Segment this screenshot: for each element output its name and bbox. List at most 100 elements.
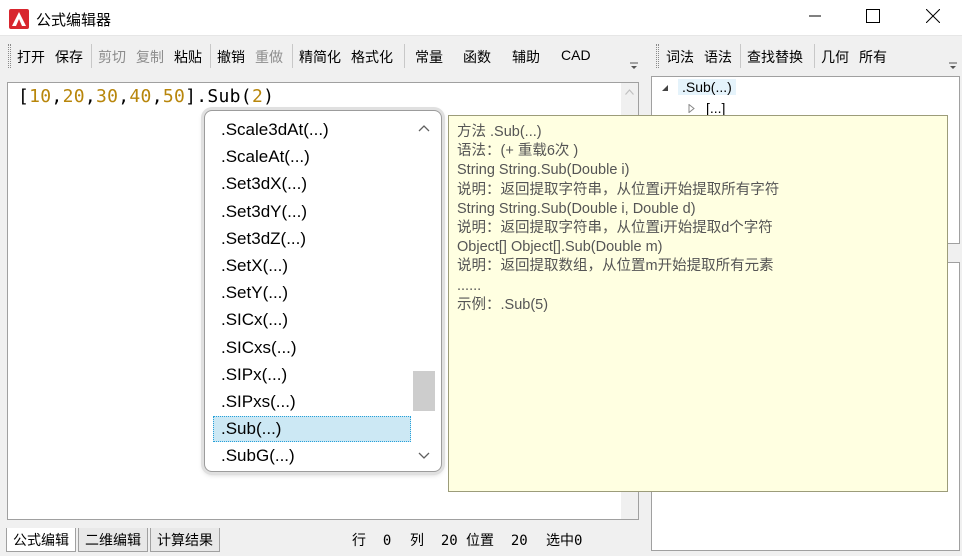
toolbar-overflow-icon[interactable] [949, 62, 957, 70]
status-sel: 选中0 [546, 530, 582, 550]
autocomplete-item[interactable]: .SetY(...) [213, 280, 411, 306]
close-icon [926, 9, 940, 23]
pos-label: 位置 [466, 532, 494, 548]
window-title: 公式编辑器 [36, 12, 112, 29]
paste-button[interactable]: 粘贴 [174, 47, 202, 67]
simplify-button[interactable]: 精简化 [299, 47, 341, 67]
bottom-tab[interactable]: 公式编辑 [6, 528, 76, 552]
find-replace-button[interactable]: 查找替换 [747, 47, 803, 67]
code-token: 50 [162, 86, 186, 107]
tree-node-root[interactable]: .Sub(...) [678, 79, 736, 95]
maximize-button[interactable] [848, 0, 898, 32]
code-token: ] [185, 86, 197, 107]
toolbar-overflow-icon[interactable] [630, 62, 638, 70]
autocomplete-item[interactable]: .Set3dZ(...) [213, 226, 411, 252]
autocomplete-item[interactable]: .Set3dY(...) [213, 199, 411, 225]
autocomplete-list[interactable]: .Scale3dAt(...) .ScaleAt(...) .Set3dX(...)… [211, 117, 411, 467]
minimize-icon [809, 15, 821, 17]
status-col: 列 20 [410, 530, 458, 550]
collapsed-triangle-icon[interactable] [688, 104, 695, 113]
cad-menu[interactable]: CAD [561, 47, 591, 63]
code-token: 30 [95, 86, 119, 107]
bottom-tab[interactable]: 计算结果 [150, 528, 220, 552]
undo-button[interactable]: 撤销 [217, 47, 245, 67]
toolbar-separator [404, 44, 405, 68]
expanded-triangle-icon[interactable] [661, 84, 669, 92]
save-button[interactable]: 保存 [55, 47, 83, 67]
tooltip-line: 方法 .Sub(...) [457, 124, 542, 140]
copy-button[interactable]: 复制 [136, 47, 164, 67]
code-token: , [151, 86, 163, 107]
code-token: [ [18, 86, 30, 107]
code-token: 10 [29, 86, 52, 107]
toolbar-separator [740, 44, 741, 68]
toolbar-separator [292, 44, 293, 68]
chevron-down-icon[interactable] [418, 449, 430, 461]
main-toolbar: 打开 保存 剪切 复制 粘贴 撤销 重做 精简化 格式化 常量 函数 辅助 CA… [0, 38, 644, 74]
maximize-icon [866, 9, 880, 23]
sel-label: 选中 [546, 532, 574, 548]
autocomplete-item[interactable]: .SetX(...) [213, 253, 411, 279]
all-button[interactable]: 所有 [859, 47, 887, 67]
toolbar-separator [210, 44, 211, 68]
syntax-button[interactable]: 语法 [704, 47, 732, 67]
sel-value: 0 [574, 533, 583, 549]
format-button[interactable]: 格式化 [351, 47, 393, 67]
constants-menu[interactable]: 常量 [415, 47, 443, 67]
cut-button[interactable]: 剪切 [98, 47, 126, 67]
col-label: 列 [410, 532, 424, 548]
autocomplete-item[interactable]: .Scale3dAt(...) [213, 117, 411, 143]
bottom-tabs: 公式编辑 二维编辑 计算结果 [6, 528, 222, 552]
code-token: 40 [129, 86, 152, 107]
autocomplete-item[interactable]: .SICxs(...) [213, 335, 411, 361]
autocomplete-item[interactable]: .SIPx(...) [213, 362, 411, 388]
code-token: 2 [251, 86, 264, 107]
code-token: , [118, 86, 130, 107]
autocomplete-item[interactable]: .SICx(...) [213, 307, 411, 333]
tooltip-line: 语法：(+ 重载6次 ) [457, 143, 579, 160]
tooltip-line: String String.Sub(Double i, Double d) [457, 200, 696, 217]
toolbar-separator [91, 44, 92, 68]
row-value: 0 [382, 533, 392, 549]
tree-node-child[interactable]: [...] [706, 100, 725, 116]
geometry-button[interactable]: 几何 [821, 47, 849, 67]
minimize-button[interactable] [790, 0, 840, 32]
tooltip-line: ...... [457, 277, 482, 294]
lexical-button[interactable]: 词法 [666, 47, 694, 67]
autocomplete-item[interactable]: .SIPxs(...) [213, 389, 411, 415]
close-button[interactable] [908, 0, 958, 32]
autocomplete-item[interactable]: .Set3dX(...) [213, 171, 411, 197]
toolbar-separator [814, 44, 815, 68]
autocomplete-item[interactable]: .Sub(...) [213, 416, 411, 443]
code-line[interactable]: [10,20,30,40,50].Sub(2) [18, 86, 274, 107]
method-tooltip: 方法 .Sub(...) 语法：(+ 重载6次 ) String String.Su… [448, 115, 948, 492]
helpers-menu[interactable]: 辅助 [512, 47, 540, 67]
app-logo-icon [9, 9, 29, 29]
title-bar: 公式编辑器 [0, 0, 962, 36]
code-token: 20 [62, 86, 85, 107]
open-button[interactable]: 打开 [17, 47, 45, 67]
redo-button[interactable]: 重做 [255, 47, 283, 67]
code-token: , [51, 86, 63, 107]
code-token: .Sub( [196, 86, 252, 107]
scroll-thumb[interactable] [413, 371, 435, 411]
code-token: , [84, 86, 96, 107]
tooltip-line: 说明：返回提取字符串，从位置i开始提取d个字符 [457, 220, 773, 237]
tooltip-line: Object[] Object[].Sub(Double m) [457, 239, 663, 256]
status-pos: 位置 20 [466, 530, 528, 550]
bottom-tab[interactable]: 二维编辑 [78, 528, 148, 552]
toolbar-grip[interactable] [656, 44, 659, 68]
tooltip-line: 示例：.Sub(5) [457, 296, 549, 313]
chevron-up-icon[interactable] [418, 123, 430, 135]
toolbar-grip[interactable] [8, 44, 11, 68]
scroll-up-icon[interactable] [625, 89, 634, 95]
col-value: 20 [440, 533, 458, 549]
status-row: 行 0 [352, 530, 391, 550]
autocomplete-scrollbar[interactable] [413, 117, 435, 467]
autocomplete-item[interactable]: .SubG(...) [213, 443, 411, 467]
functions-menu[interactable]: 函数 [463, 47, 491, 67]
pos-value: 20 [510, 533, 528, 549]
tooltip-line: String String.Sub(Double i) [457, 162, 630, 179]
autocomplete-item[interactable]: .ScaleAt(...) [213, 144, 411, 170]
code-token: ) [263, 86, 275, 107]
